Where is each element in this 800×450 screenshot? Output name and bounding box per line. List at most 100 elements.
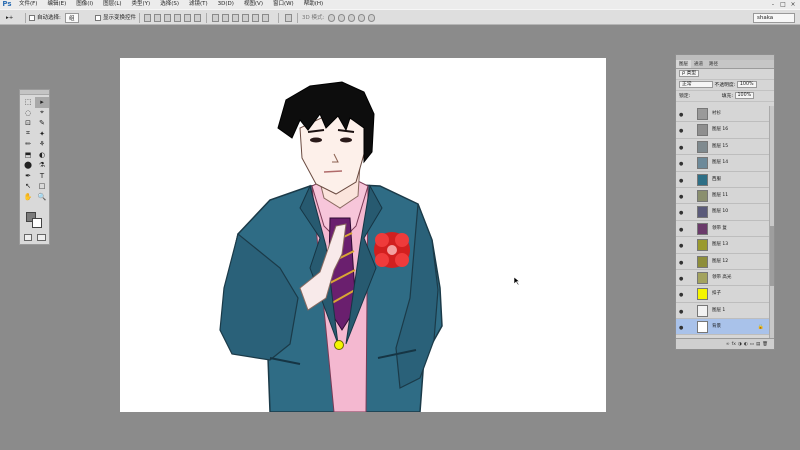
tool-button[interactable]: 🔍 [35,192,49,203]
distribute-top-icon[interactable] [212,14,219,22]
layer-row[interactable]: ● 图层 13 [676,237,770,254]
eye-icon[interactable]: ● [679,260,683,266]
layer-row[interactable]: ● 领带 复 [676,220,770,238]
eye-icon[interactable]: ● [679,243,683,249]
tool-button[interactable]: ◌ [21,108,35,119]
menu-help[interactable]: 帮助(H) [299,0,328,9]
eye-icon[interactable]: ● [679,161,683,167]
panel-footer-icon[interactable]: 🗑 [762,342,768,347]
tool-button[interactable]: ⬤ [21,160,35,171]
tool-button[interactable]: ✦ [35,129,49,140]
tool-button[interactable]: ⬚ [21,97,35,108]
tool-button[interactable]: ▸ [35,97,49,108]
auto-select-checkbox[interactable]: 自动选择: [29,13,61,23]
layer-filter-dropdown[interactable]: ρ 类型 [679,70,700,77]
3d-slide-icon[interactable] [358,14,365,22]
layer-row[interactable]: ● 衬衫 [676,106,770,123]
distribute-vcenter-icon[interactable] [222,14,229,22]
menu-image[interactable]: 图像(I) [71,0,98,9]
align-bottom-icon[interactable] [164,14,171,22]
layers-scrollbar[interactable] [769,106,774,339]
workspace-dropdown[interactable]: shaka [753,13,795,23]
3d-scale-icon[interactable] [368,14,375,22]
layer-row[interactable]: ● 图层 15 [676,138,770,156]
tool-button[interactable]: ✒ [21,171,35,182]
align-vcenter-icon[interactable] [154,14,161,22]
menu-file[interactable]: 文件(F) [14,0,42,9]
auto-select-dropdown[interactable]: 组 [65,13,79,23]
panel-footer-icon[interactable]: ▭ [750,342,754,347]
panel-footer-icon[interactable]: ◐ [744,342,748,347]
distribute-right-icon[interactable] [262,14,269,22]
eye-icon[interactable]: ● [679,309,683,315]
tool-button[interactable]: ⌖ [35,108,49,119]
menu-window[interactable]: 窗口(W) [268,0,299,9]
opacity-input[interactable]: 100% [736,81,757,88]
panel-footer-icon[interactable]: fx [732,342,736,347]
background-color-swatch[interactable] [32,218,42,228]
scrollbar-thumb[interactable] [770,226,774,286]
tab-layers[interactable]: 图层 [676,60,691,68]
distribute-bottom-icon[interactable] [232,14,239,22]
layer-row[interactable]: ● 图层 1 [676,302,770,320]
3d-pan-icon[interactable] [348,14,355,22]
menu-layer[interactable]: 图层(L) [98,0,126,9]
tool-button[interactable]: ⚗ [35,160,49,171]
tool-button[interactable]: ✏ [21,139,35,150]
distribute-hcenter-icon[interactable] [252,14,259,22]
layer-row[interactable]: ● 图层 10 [676,204,770,221]
blend-mode-dropdown[interactable]: 正常 [679,81,713,88]
maximize-button[interactable]: □ [778,0,788,9]
quick-mask-icon[interactable] [24,234,32,241]
align-top-icon[interactable] [144,14,151,22]
auto-align-icon[interactable] [285,14,292,22]
tab-paths[interactable]: 路径 [706,60,721,68]
menu-view[interactable]: 视图(V) [239,0,268,9]
eye-icon[interactable]: ● [679,194,683,200]
tool-button[interactable]: □ [35,181,49,192]
move-tool-preset[interactable]: ▸+ [6,13,13,23]
align-right-icon[interactable] [194,14,201,22]
tool-button[interactable]: T [35,171,49,182]
fill-input[interactable]: 100% [734,92,755,99]
eye-icon[interactable]: ● [679,276,683,282]
tool-button[interactable]: ⬒ [21,150,35,161]
eye-icon[interactable]: ● [679,178,683,184]
layer-row[interactable]: ● 图层 11 [676,187,770,205]
3d-roll-icon[interactable] [338,14,345,22]
tab-channels[interactable]: 通道 [691,60,706,68]
distribute-left-icon[interactable] [242,14,249,22]
align-left-icon[interactable] [174,14,181,22]
layer-row[interactable]: ● 图层 16 [676,122,770,139]
3d-rotate-icon[interactable] [328,14,335,22]
tool-button[interactable]: ◐ [35,150,49,161]
eye-icon[interactable]: ● [679,227,683,233]
layer-row[interactable]: ● 背景 🔒 [676,319,770,336]
layer-row[interactable]: ● 领带 高光 [676,269,770,287]
screen-mode-icon[interactable] [37,234,46,241]
layer-row[interactable]: ● 西服 [676,171,770,188]
panel-footer-icon[interactable]: ∞ [726,342,730,347]
panel-footer-icon[interactable]: ▤ [756,342,760,347]
layer-row[interactable]: ● 图层 14 [676,155,770,172]
align-hcenter-icon[interactable] [184,14,191,22]
layer-row[interactable]: ● 图层 12 [676,253,770,270]
close-button[interactable]: × [788,0,798,9]
minimize-button[interactable]: - [768,0,778,9]
tool-button[interactable]: ⚘ [35,139,49,150]
tool-button[interactable]: ⌗ [21,129,35,140]
menu-select[interactable]: 选择(S) [155,0,184,9]
tool-button[interactable]: ⊡ [21,118,35,129]
eye-icon[interactable]: ● [679,112,683,118]
eye-icon[interactable]: ● [679,128,683,134]
show-transform-checkbox[interactable]: 显示变换控件 [95,13,136,23]
tool-button[interactable]: ↖ [21,181,35,192]
eye-icon[interactable]: ● [679,210,683,216]
tool-button[interactable]: ✎ [35,118,49,129]
eye-icon[interactable]: ● [679,292,683,298]
menu-edit[interactable]: 编辑(E) [42,0,71,9]
layer-row[interactable]: ● 扣子 [676,286,770,303]
panel-footer-icon[interactable]: ◑ [738,342,742,347]
eye-icon[interactable]: ● [679,325,683,331]
menu-3d[interactable]: 3D(D) [213,0,239,9]
